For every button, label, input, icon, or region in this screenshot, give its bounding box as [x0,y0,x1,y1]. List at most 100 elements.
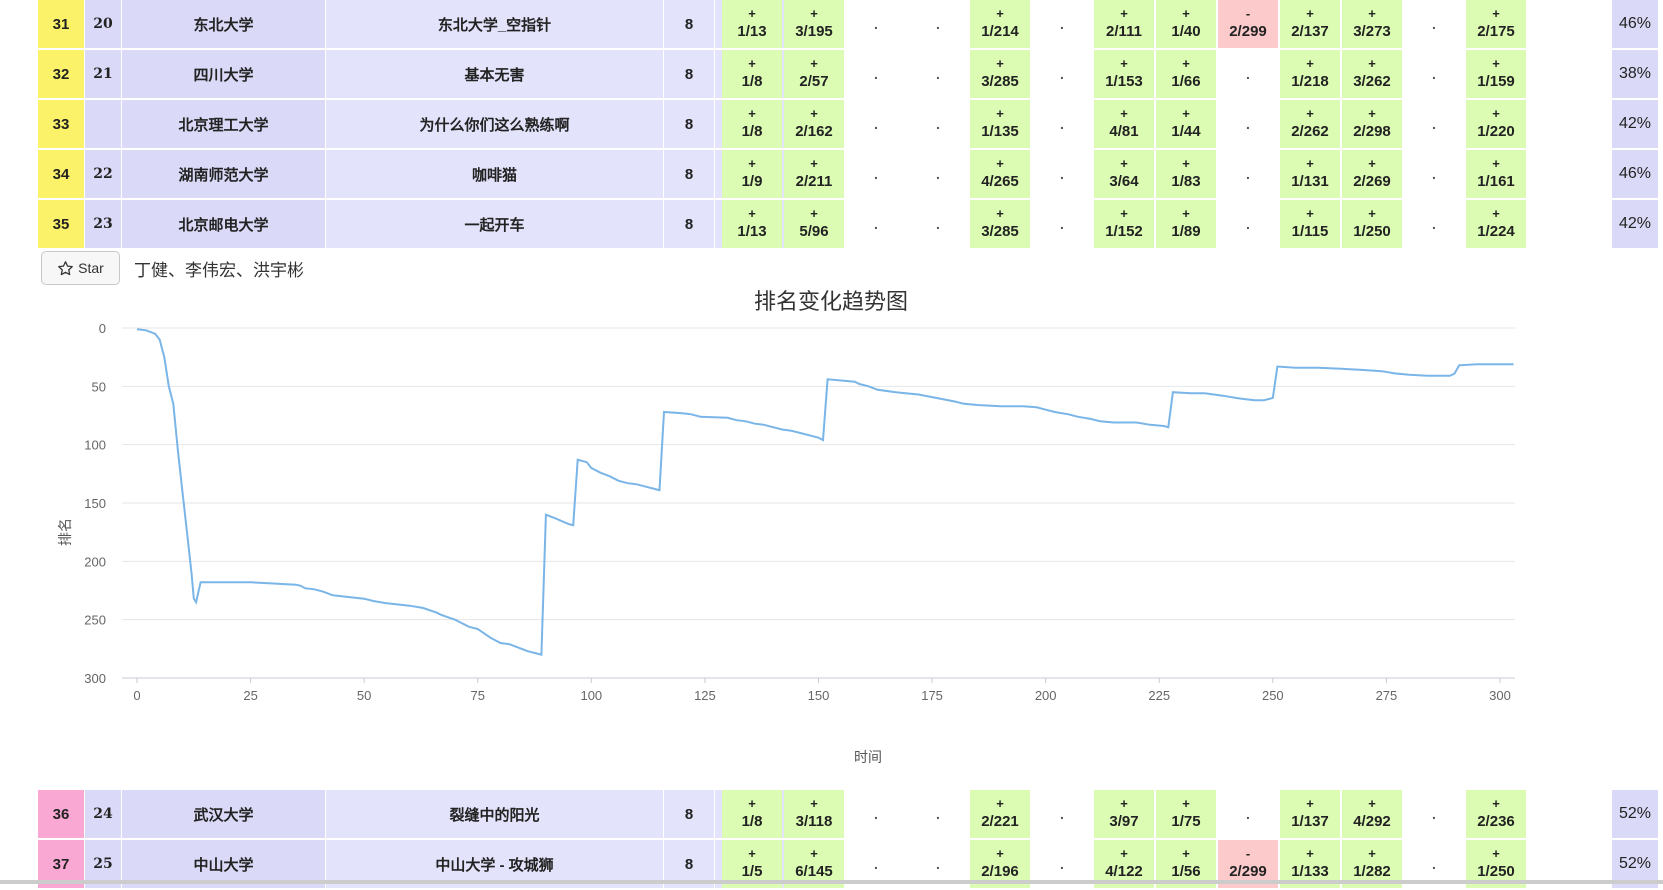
problem-status-cell: . [1218,50,1278,98]
problem-status-cell: +3/118 [784,790,844,838]
problem-status-cell: . [846,50,906,98]
chart-x-tick-label: 250 [1262,688,1284,703]
problem-status-cell: +1/153 [1094,50,1154,98]
problem-result-sign: + [1368,106,1376,121]
no-attempt-mark: . [936,66,940,82]
problem-result-sign: + [1182,156,1190,171]
problem-status-cell: . [908,150,968,198]
problem-result-sign: + [748,106,756,121]
problem-status-cell: +1/8 [722,790,782,838]
star-button[interactable]: Star [41,251,120,285]
problem-result-sign: + [810,6,818,21]
problem-status-cell: +2/175 [1466,0,1526,48]
no-attempt-mark: . [1060,856,1064,872]
school-name-cell: 武汉大学 [122,790,325,838]
chart-x-tick-label: 275 [1376,688,1398,703]
problem-attempts-time: 1/83 [1171,173,1201,190]
problem-status-cell: +1/8 [722,100,782,148]
no-attempt-mark: . [936,856,940,872]
ranking-table-top: 3120东北大学东北大学_空指针81298+1/13+3/195..+1/214… [38,0,1658,250]
no-attempt-mark: . [874,116,878,132]
problem-attempts-time: 2/269 [1353,173,1391,190]
problem-result-sign: + [748,6,756,21]
no-attempt-mark: . [1060,66,1064,82]
problem-attempts-time: 1/161 [1477,173,1515,190]
problem-status-cell: +1/9 [722,150,782,198]
problem-status-cell: +4/81 [1094,100,1154,148]
problem-result-sign: + [1182,6,1190,21]
star-outline-icon [58,260,74,275]
school-name-cell: 北京邮电大学 [122,200,325,248]
percentage-cell: 46% [1612,0,1658,48]
problem-attempts-time: 3/97 [1109,813,1139,830]
percentage-cell: 52% [1612,790,1658,838]
problem-status-cell: +3/97 [1094,790,1154,838]
problem-status-cell: . [908,100,968,148]
problem-status-cell: +2/269 [1342,150,1402,198]
problem-result-sign: + [1182,106,1190,121]
ranking-row: 3120东北大学东北大学_空指针81298+1/13+3/195..+1/214… [38,0,1658,50]
percentage-cell: 42% [1612,200,1658,248]
problem-status-cell: +1/220 [1466,100,1526,148]
chart-x-tick-label: 25 [243,688,257,703]
no-attempt-mark: . [1246,216,1250,232]
school-rank-cell: 20 [85,0,121,48]
problem-status-cell: +1/8 [722,50,782,98]
school-name-cell: 东北大学 [122,0,325,48]
no-attempt-mark: . [874,856,878,872]
solved-count-cell: 8 [664,50,714,98]
problem-status-cell: . [1032,790,1092,838]
team-name-cell: 咖啡猫 [326,150,663,198]
problem-status-cell: . [846,790,906,838]
horizontal-scrollbar[interactable] [0,880,1663,884]
problem-status-cell: +1/75 [1156,790,1216,838]
problem-result-sign: + [1368,156,1376,171]
chart-y-tick-label: 300 [84,671,106,686]
no-attempt-mark: . [936,116,940,132]
problem-attempts-time: 1/218 [1291,73,1329,90]
rank-cell: 36 [38,790,84,838]
problem-attempts-time: 2/236 [1477,813,1515,830]
no-attempt-mark: . [936,806,940,822]
no-attempt-mark: . [1432,16,1436,32]
problem-result-sign: + [810,846,818,861]
problem-attempts-time: 1/282 [1353,863,1391,880]
no-attempt-mark: . [936,16,940,32]
team-name-cell: 东北大学_空指针 [326,0,663,48]
school-rank-cell [85,100,121,148]
problem-result-sign: + [996,106,1004,121]
problem-status-cell: . [1404,790,1464,838]
problem-status-cell: +2/211 [784,150,844,198]
problem-attempts-time: 3/285 [981,73,1019,90]
problem-attempts-time: 2/299 [1229,23,1267,40]
problem-status-cell: . [1218,790,1278,838]
problem-status-cell: +1/115 [1280,200,1340,248]
percentage-cell: 42% [1612,100,1658,148]
problem-attempts-time: 1/115 [1291,223,1329,240]
problem-result-sign: + [1182,846,1190,861]
no-attempt-mark: . [1432,216,1436,232]
problem-attempts-time: 2/57 [799,73,829,90]
problem-status-cell: . [908,0,968,48]
problem-attempts-time: 6/145 [795,863,833,880]
problem-status-cell: . [1218,200,1278,248]
problem-status-cell: +2/111 [1094,0,1154,48]
problem-attempts-time: 5/96 [799,223,829,240]
no-attempt-mark: . [1246,116,1250,132]
problem-result-sign: + [810,106,818,121]
problem-attempts-time: 1/133 [1291,863,1329,880]
problem-result-sign: + [1492,206,1500,221]
rank-cell: 34 [38,150,84,198]
problem-attempts-time: 1/8 [741,813,763,830]
problem-status-cell: +1/40 [1156,0,1216,48]
problem-attempts-time: 2/111 [1106,23,1142,40]
problem-status-cell: +1/131 [1280,150,1340,198]
no-attempt-mark: . [874,806,878,822]
chart-y-tick-label: 50 [92,379,106,394]
problem-result-sign: + [1492,56,1500,71]
no-attempt-mark: . [1246,166,1250,182]
problem-status-cell: +1/66 [1156,50,1216,98]
problem-result-sign: + [1120,106,1128,121]
chart-title: 排名变化趋势图 [754,289,908,314]
problem-attempts-time: 1/66 [1171,73,1201,90]
